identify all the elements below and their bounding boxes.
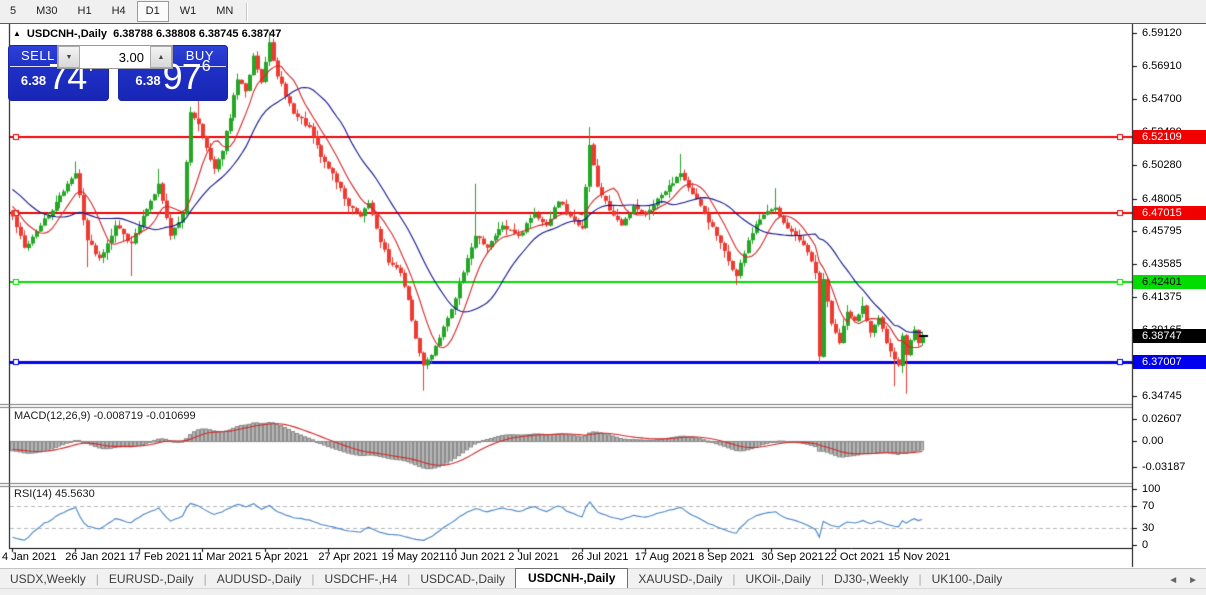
price-axis-tick: 6.59120 [1142, 27, 1204, 39]
price-axis-tick: 6.50280 [1142, 159, 1204, 171]
date-label: 11 Mar 2021 [192, 551, 253, 563]
date-label: 10 Jun 2021 [445, 551, 506, 563]
chart-tab-usdchf-[interactable]: USDCHF-,H4 [315, 570, 408, 589]
chart-tab-usdcad-[interactable]: USDCAD-,Daily [410, 570, 515, 589]
date-label: 2 Jul 2021 [508, 551, 559, 563]
date-label: 15 Nov 2021 [888, 551, 950, 563]
macd-axis-tick: 0.00 [1142, 435, 1204, 447]
chart-tab-usdx[interactable]: USDX,Weekly [0, 570, 96, 589]
date-label: 30 Sep 2021 [761, 551, 823, 563]
chart-tab-eurusd-[interactable]: EURUSD-,Daily [99, 570, 204, 589]
chart-tab-dj30-[interactable]: DJ30-,Weekly [824, 570, 918, 589]
chart-window: ▲ USDCNH-,Daily 6.38788 6.38808 6.38745 6… [0, 24, 1206, 568]
date-label: 22 Oct 2021 [825, 551, 885, 563]
date-label: 27 Apr 2021 [318, 551, 377, 563]
chart-ohlc-values: 6.38788 6.38808 6.38745 6.38747 [113, 28, 281, 40]
chart-tab-ukoil-[interactable]: UKOil-,Daily [736, 570, 821, 589]
chart-tab-uk100-[interactable]: UK100-,Daily [922, 570, 1013, 589]
price-axis-tick: 6.56910 [1142, 60, 1204, 72]
collapse-triangle-icon[interactable]: ▲ [13, 29, 21, 38]
period-button-5[interactable]: 5 [1, 1, 25, 22]
period-button-h4[interactable]: H4 [103, 1, 135, 22]
date-label: 8 Sep 2021 [698, 551, 754, 563]
hline-price-tag: 6.47015 [1133, 206, 1206, 220]
volume-decrease-button[interactable]: ▼ [58, 46, 80, 68]
price-axis-tick: 6.54700 [1142, 93, 1204, 105]
volume-increase-button[interactable]: ▲ [150, 46, 172, 68]
rsi-axis-tick: 100 [1142, 483, 1204, 495]
price-axis-tick: 6.34745 [1142, 390, 1204, 402]
macd-indicator-label: MACD(12,26,9) -0.008719 -0.010699 [14, 410, 196, 422]
volume-input[interactable] [80, 46, 150, 68]
period-button-mn[interactable]: MN [207, 1, 242, 22]
date-label: 5 Apr 2021 [255, 551, 308, 563]
rsi-indicator-label: RSI(14) 45.5630 [14, 488, 95, 500]
period-button-d1[interactable]: D1 [137, 1, 169, 22]
hline-price-tag: 6.52109 [1133, 130, 1206, 144]
one-click-trade-panel: SELL 6.38747 BUY 6.38976 ▼ ▲ [8, 45, 228, 101]
period-button-w1[interactable]: W1 [171, 1, 206, 22]
chart-tab-bar: USDX,Weekly|EURUSD-,Daily|AUDUSD-,Daily|… [0, 568, 1206, 589]
macd-axis-tick: 0.02607 [1142, 413, 1204, 425]
date-label: 17 Aug 2021 [635, 551, 697, 563]
chart-tab-usdcnh-[interactable]: USDCNH-,Daily [515, 568, 628, 589]
tab-scroll-left-icon[interactable]: ◄ [1168, 575, 1178, 586]
chart-title: ▲ USDCNH-,Daily 6.38788 6.38808 6.38745 6… [13, 28, 281, 40]
date-axis: 4 Jan 2021 26 Jan 202117 Feb 202111 Mar 2… [0, 551, 1206, 568]
volume-spinner: ▼ ▲ [57, 45, 173, 69]
date-label: 26 Jan 2021 [65, 551, 126, 563]
toolbar-divider [246, 3, 248, 21]
chart-tab-xauusd-[interactable]: XAUUSD-,Daily [628, 570, 732, 589]
hline-price-tag: 6.37007 [1133, 355, 1206, 369]
price-axis-tick: 6.48005 [1142, 193, 1204, 205]
price-axis-tick: 6.45795 [1142, 225, 1204, 237]
rsi-axis-tick: 30 [1142, 522, 1204, 534]
price-axis-tick: 6.41375 [1142, 291, 1204, 303]
price-axis-tick: 6.43585 [1142, 258, 1204, 270]
hline-price-tag: 6.42401 [1133, 275, 1206, 289]
chart-canvas[interactable] [0, 24, 1206, 568]
period-button-m30[interactable]: M30 [27, 1, 66, 22]
period-toolbar: 5M30H1H4D1W1MN [0, 0, 1206, 24]
chart-tab-audusd-[interactable]: AUDUSD-,Daily [207, 570, 312, 589]
date-label: 19 May 2021 [382, 551, 446, 563]
date-label: 4 Jan 2021 [2, 551, 56, 563]
tab-scroll-right-icon[interactable]: ► [1188, 575, 1198, 586]
chart-symbol-label: USDCNH-,Daily [27, 28, 107, 40]
macd-axis-tick: -0.03187 [1142, 461, 1204, 473]
date-label: 17 Feb 2021 [129, 551, 191, 563]
current-price-tag: 6.38747 [1133, 329, 1206, 343]
date-label: 26 Jul 2021 [572, 551, 629, 563]
rsi-axis-tick: 0 [1142, 539, 1204, 551]
period-button-h1[interactable]: H1 [69, 1, 101, 22]
rsi-axis-tick: 70 [1142, 500, 1204, 512]
